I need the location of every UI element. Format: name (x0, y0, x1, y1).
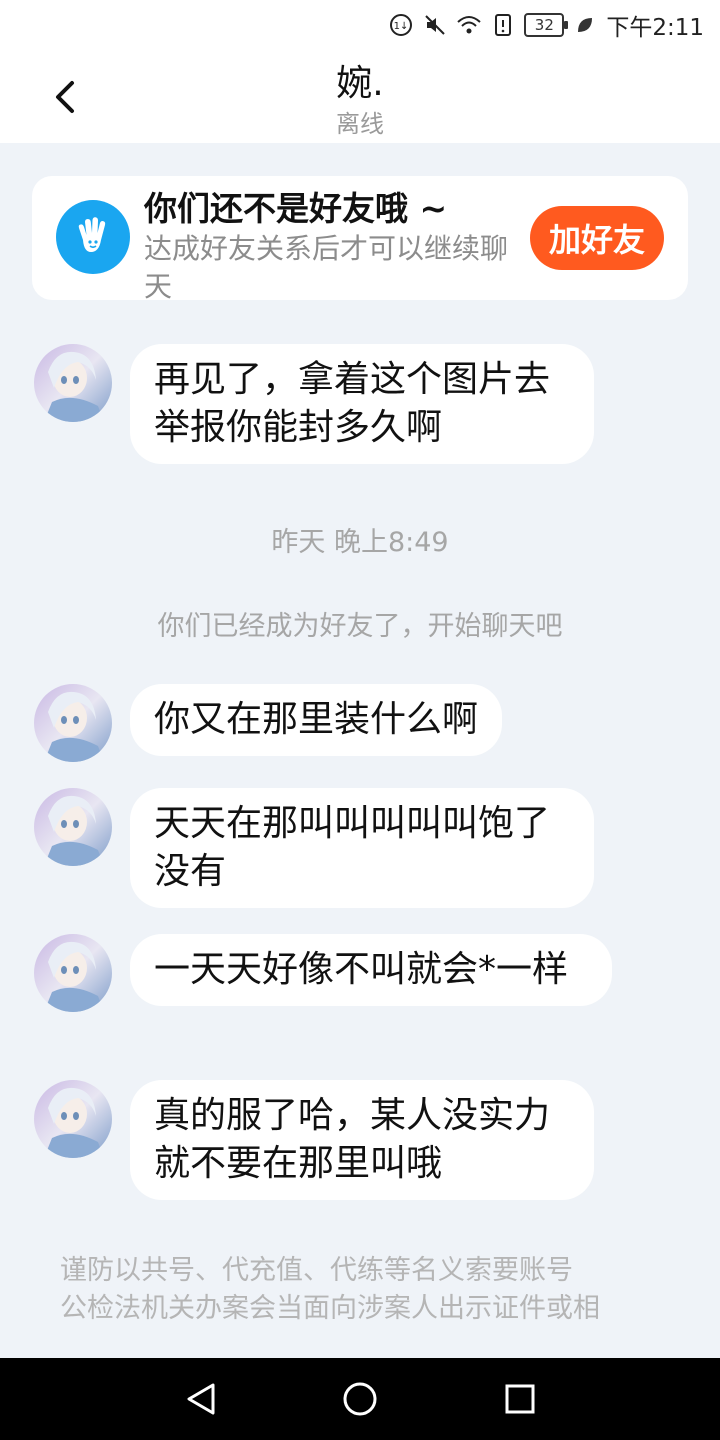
triangle-back-icon (187, 1383, 215, 1415)
safety-notice-line: 谨防以共号、代充值、代练等名义索要账号 (60, 1255, 573, 1286)
avatar[interactable] (34, 344, 112, 422)
safety-notice: 谨防以共号、代充值、代练等名义索要账号 公检法机关办案会当面向涉案人出示证件或相 (60, 1252, 660, 1328)
timestamp: 昨天 晚上8:49 (271, 527, 449, 558)
online-status: 离线 (336, 110, 384, 138)
page-title: 婉. (336, 63, 384, 104)
mute-icon (422, 12, 448, 38)
message-bubble[interactable]: 你又在那里装什么啊 (130, 684, 503, 756)
status-time: 下午2:11 (606, 15, 704, 41)
navigation-bar (0, 1358, 720, 1440)
banner-description: 达成好友关系后才可以继续聊天 (144, 232, 509, 303)
banner-title: 你们还不是好友哦 ~ (144, 189, 448, 228)
nav-recents-button[interactable] (495, 1374, 545, 1424)
square-recents-icon (505, 1384, 535, 1414)
system-message: 你们已经成为好友了，开始聊天吧 (157, 611, 563, 642)
nav-back-button[interactable] (176, 1374, 226, 1424)
speed-icon: 1↓ (388, 12, 414, 38)
message-bubble[interactable]: 再见了，拿着这个图片去举报你能封多久啊 (130, 344, 594, 464)
battery-icon: 32 (524, 13, 569, 37)
add-friend-button[interactable]: 加好友 (530, 206, 664, 270)
wifi-icon (456, 12, 482, 38)
avatar[interactable] (34, 934, 112, 1012)
chat-header: 1↓ 32 下午2:11 婉. 离线 (0, 0, 720, 143)
avatar[interactable] (34, 1080, 112, 1158)
avatar[interactable] (34, 684, 112, 762)
avatar[interactable] (34, 788, 112, 866)
status-bar: 1↓ 32 下午2:11 (388, 6, 704, 44)
svg-text:1↓: 1↓ (394, 21, 409, 32)
leaf-icon (572, 12, 598, 38)
message-bubble[interactable]: 天天在那叫叫叫叫叫饱了没有 (130, 788, 594, 908)
circle-home-icon (343, 1382, 377, 1416)
message-bubble[interactable]: 真的服了哈，某人没实力就不要在那里叫哦 (130, 1080, 594, 1200)
safety-notice-line: 公检法机关办案会当面向涉案人出示证件或相 (60, 1293, 600, 1324)
wave-hand-icon (56, 200, 130, 274)
nav-home-button[interactable] (335, 1374, 385, 1424)
alert-icon (490, 12, 516, 38)
message-bubble[interactable]: 一天天好像不叫就会*一样 (130, 934, 612, 1006)
friend-request-banner: 你们还不是好友哦 ~ 达成好友关系后才可以继续聊天 加好友 (32, 176, 688, 303)
